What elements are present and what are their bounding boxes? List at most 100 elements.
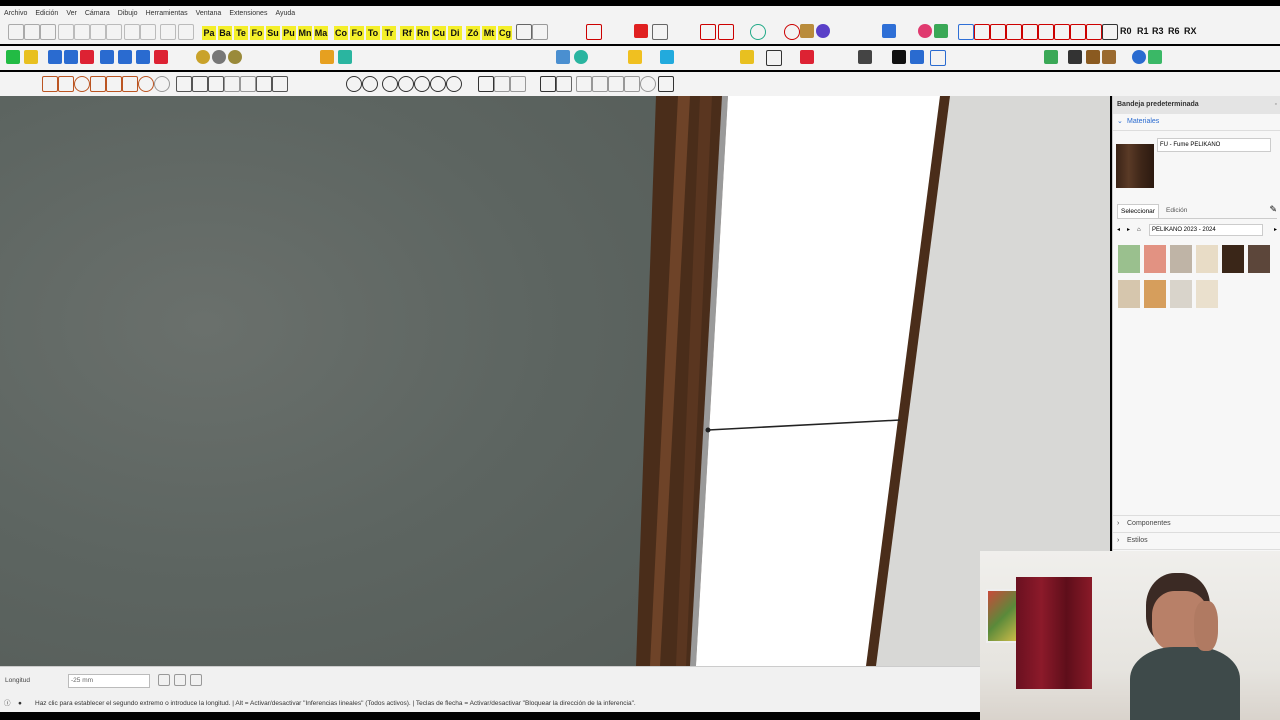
tb-label-tr[interactable]: Tr [382,26,396,40]
dark-tool-icon[interactable] [858,50,872,64]
tb-label-te[interactable]: Te [234,26,248,40]
red-frame-icon-1[interactable] [974,24,990,40]
undo-icon[interactable] [124,24,140,40]
gold-sphere-icon[interactable] [196,50,210,64]
red-frame-icon-8[interactable] [1086,24,1102,40]
material-preview[interactable] [1116,144,1154,188]
front-view-icon[interactable] [510,76,526,92]
red-frame-icon-3[interactable] [1006,24,1022,40]
red-frame-icon-6[interactable] [1054,24,1070,40]
tb-label-di[interactable]: Di [448,26,462,40]
hand-icon[interactable] [224,76,240,92]
brown-tool-icon-2[interactable] [1102,50,1116,64]
eraser-icon[interactable] [176,76,192,92]
extension-warehouse-icon[interactable] [816,24,830,38]
box-icon[interactable] [208,76,224,92]
swatch-8[interactable] [1144,280,1166,308]
rotate-icon[interactable] [136,50,150,64]
swatch-3[interactable] [1170,245,1192,273]
blue-arrow-icon[interactable] [48,50,62,64]
components-header[interactable]: › Componentes [1113,515,1280,533]
zoom-window-icon[interactable] [398,76,414,92]
push-pull-icon[interactable] [240,76,256,92]
top-view-icon[interactable] [494,76,510,92]
star-icon[interactable] [122,76,138,92]
paint-bucket-icon[interactable] [658,76,674,92]
pencil-yellow-icon[interactable] [740,50,754,64]
status-icon-2[interactable] [174,674,186,686]
tab-edicion[interactable]: Edición [1163,204,1190,217]
cut-icon[interactable] [58,24,74,40]
green-plugin-icon[interactable] [934,24,948,38]
teal-gear-icon[interactable] [338,50,352,64]
print-icon[interactable] [160,24,176,40]
info-icon[interactable]: ⓘ [4,696,11,712]
tb-label-cu[interactable]: Cu [432,26,446,40]
forward-icon[interactable]: ▸ [1127,224,1130,236]
tb-label-pa[interactable]: Pa [202,26,216,40]
eyedropper-icon[interactable]: ✎ [1269,204,1277,215]
house-icon[interactable] [42,76,58,92]
menu-edicion[interactable]: Edición [31,10,62,17]
tb-label-r1[interactable]: R1 [1137,26,1149,36]
tb-label-su[interactable]: Su [266,26,280,40]
tb-label-rx[interactable]: RX [1184,26,1197,36]
swatch-9[interactable] [1170,280,1192,308]
close-x-icon[interactable] [1102,24,1118,40]
menu-ventana[interactable]: Ventana [192,10,226,17]
move-cross-icon[interactable] [766,50,782,66]
refresh-red-icon[interactable] [784,24,800,40]
tb-label-r6[interactable]: R6 [1168,26,1180,36]
tb-label-rf[interactable]: Rf [400,26,414,40]
orange-tool-icon[interactable] [58,76,74,92]
menu-archivo[interactable]: Archivo [0,10,31,17]
tb-label-pu[interactable]: Pu [282,26,296,40]
green-grid-icon[interactable] [1148,50,1162,64]
undo-red-icon[interactable] [154,50,168,64]
red-doc-icon[interactable] [800,50,814,64]
paint-icon[interactable] [24,50,38,64]
cyan-icon[interactable] [660,50,674,64]
swatch-5[interactable] [1222,245,1244,273]
tb-label-fo[interactable]: Fo [250,26,264,40]
tb-label-ba[interactable]: Ba [218,26,232,40]
hidden-line-icon[interactable] [576,76,592,92]
dimension-tool-icon[interactable] [586,24,602,40]
home-icon[interactable]: ⌂ [1137,224,1141,236]
follow-me-icon[interactable] [272,76,288,92]
blue-tool-icon-2[interactable] [910,50,924,64]
select-tool-icon[interactable] [6,50,20,64]
gray-circle-icon[interactable] [154,76,170,92]
material-name-field[interactable]: FU - Fume PELIKANO [1157,138,1271,152]
status-icon-1[interactable] [158,674,170,686]
globe-icon[interactable] [750,24,766,40]
grid-icon[interactable] [1068,50,1082,64]
red-frame-icon-4[interactable] [1022,24,1038,40]
blue-frame-icon[interactable] [930,50,946,66]
tb-label-zo[interactable]: Zó [466,26,480,40]
triangle-icon[interactable] [90,76,106,92]
open-file-icon[interactable] [24,24,40,40]
xray-icon[interactable] [540,76,556,92]
delete-icon[interactable] [106,24,122,40]
move-icon[interactable] [100,50,114,64]
tab-seleccionar[interactable]: Seleccionar [1117,204,1159,219]
red-block-icon[interactable] [634,24,648,38]
menu-ayuda[interactable]: Ayuda [271,10,299,17]
green-tool-icon[interactable] [1044,50,1058,64]
menu-extensiones[interactable]: Extensiones [225,10,271,17]
tb-label-rn[interactable]: Rn [416,26,430,40]
paste-icon[interactable] [90,24,106,40]
tb-label-mn[interactable]: Mn [298,26,312,40]
swatch-4[interactable] [1196,245,1218,273]
orange-doc-icon[interactable] [320,50,334,64]
zoom-icon[interactable] [382,76,398,92]
red-frame-icon-2[interactable] [990,24,1006,40]
tb-label-co[interactable]: Co [334,26,348,40]
red-frame-icon-5[interactable] [1038,24,1054,40]
back-icon[interactable]: ◂ [1117,224,1120,236]
tb-label-ma[interactable]: Ma [314,26,328,40]
tb-label-to[interactable]: To [366,26,380,40]
axes-tool-icon[interactable] [700,24,716,40]
model-info-icon[interactable] [178,24,194,40]
